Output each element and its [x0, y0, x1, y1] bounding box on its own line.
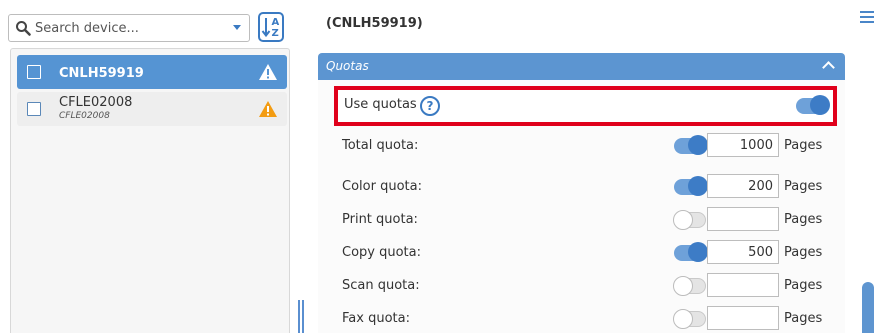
- scan-quota-input[interactable]: [707, 273, 779, 297]
- device-subtitle: CFLE02008: [59, 111, 110, 121]
- quota-row-fax: Fax quota: Pages: [318, 306, 845, 332]
- device-item-cfle02008[interactable]: CFLE02008 CFLE02008: [17, 92, 287, 126]
- quota-row-total: Total quota: Pages: [318, 133, 845, 159]
- quota-row-color: Color quota: Pages: [318, 174, 845, 200]
- use-quotas-toggle[interactable]: [796, 95, 830, 115]
- section-title: Quotas: [326, 59, 369, 73]
- color-quota-toggle[interactable]: [674, 176, 708, 196]
- menu-icon[interactable]: [860, 11, 874, 25]
- warning-icon: [259, 64, 277, 80]
- device-list: CNLH59919 CFLE02008 CFLE02008: [10, 48, 290, 333]
- quota-unit: Pages: [784, 179, 823, 194]
- device-checkbox[interactable]: [27, 102, 41, 116]
- quota-unit: Pages: [784, 245, 823, 260]
- total-quota-input[interactable]: [707, 133, 779, 157]
- quota-label: Copy quota:: [342, 245, 421, 260]
- total-quota-toggle[interactable]: [674, 135, 708, 155]
- copy-quota-input[interactable]: [707, 240, 779, 264]
- sort-az-button[interactable]: A Z: [258, 12, 284, 42]
- quota-unit: Pages: [784, 212, 823, 227]
- print-quota-toggle[interactable]: [673, 210, 706, 230]
- copy-quota-toggle[interactable]: [674, 242, 708, 262]
- warning-icon: [259, 101, 277, 117]
- device-title: (CNLH59919): [326, 16, 423, 31]
- device-name: CNLH59919: [59, 66, 144, 81]
- sort-top-letter: A: [272, 17, 280, 28]
- sort-bottom-letter: Z: [272, 28, 279, 39]
- quota-unit: Pages: [784, 311, 823, 326]
- fax-quota-toggle[interactable]: [673, 309, 706, 329]
- device-name: CFLE02008: [59, 95, 133, 110]
- fax-quota-input[interactable]: [707, 306, 779, 330]
- use-quotas-row: Use quotas ?: [334, 86, 837, 126]
- scrollbar[interactable]: [862, 282, 874, 333]
- quota-label: Color quota:: [342, 179, 422, 194]
- panel-splitter[interactable]: [298, 300, 304, 333]
- color-quota-input[interactable]: [707, 174, 779, 198]
- quota-label: Fax quota:: [342, 311, 410, 326]
- help-icon[interactable]: ?: [420, 96, 440, 116]
- device-item-cnlh59919[interactable]: CNLH59919: [17, 55, 287, 89]
- dropdown-arrow-icon[interactable]: [233, 25, 241, 30]
- quota-label: Print quota:: [342, 212, 418, 227]
- quotas-section-header[interactable]: Quotas: [318, 53, 845, 80]
- quota-row-copy: Copy quota: Pages: [318, 240, 845, 266]
- sort-az-icon: A Z: [261, 17, 280, 39]
- scan-quota-toggle[interactable]: [673, 276, 706, 296]
- search-input[interactable]: [35, 18, 215, 38]
- quota-label: Scan quota:: [342, 278, 420, 293]
- search-box[interactable]: [8, 14, 250, 42]
- quota-row-print: Print quota: Pages: [318, 207, 845, 233]
- chevron-up-icon[interactable]: [822, 61, 835, 74]
- search-icon: [16, 21, 31, 36]
- use-quotas-label: Use quotas: [344, 97, 417, 112]
- quota-row-scan: Scan quota: Pages: [318, 273, 845, 299]
- device-checkbox[interactable]: [27, 65, 41, 79]
- print-quota-input[interactable]: [707, 207, 779, 231]
- quota-unit: Pages: [784, 278, 823, 293]
- quota-label: Total quota:: [342, 138, 419, 153]
- quota-unit: Pages: [784, 138, 823, 153]
